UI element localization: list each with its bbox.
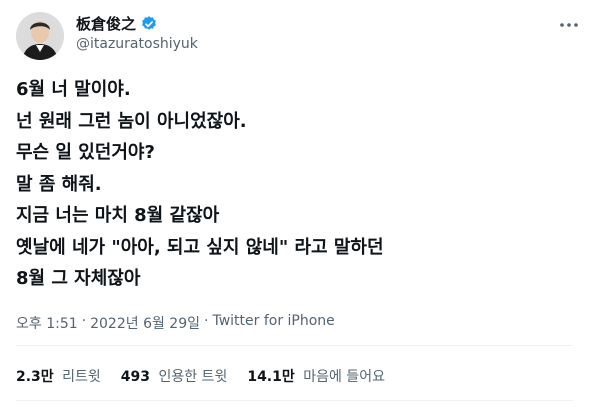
verified-badge-icon — [140, 15, 158, 33]
quote-tweets-label: 인용한 트윗 — [158, 369, 228, 385]
retweets-count: 2.3만 — [16, 369, 54, 385]
avatar-photo — [16, 12, 64, 60]
tweet-text-line: 옛날에 네가 "아아, 되고 싶지 않네" 라고 말하던 — [16, 236, 384, 258]
more-options-icon[interactable] — [558, 14, 580, 36]
likes-stat[interactable]: 14.1만 마음에 들어요 — [247, 366, 385, 386]
separator-dot: · — [204, 313, 209, 329]
tweet-text: 6월 너 말이야. 넌 원래 그런 놈이 아니었잖아. 무슨 일 있던거야? 말… — [16, 74, 576, 295]
likes-count: 14.1만 — [247, 369, 295, 385]
tweet-source-link[interactable]: Twitter for iPhone — [212, 313, 334, 333]
quote-tweets-count: 493 — [120, 369, 151, 385]
tweet-text-line: 지금 너는 마치 8월 같잖아 — [16, 205, 220, 226]
tweet-text-line: 8월 그 자체잖아 — [16, 268, 141, 289]
divider — [16, 345, 573, 346]
divider — [16, 400, 573, 401]
display-name-text[interactable]: 板倉俊之 — [76, 13, 136, 34]
tweet-text-line: 넌 원래 그런 놈이 아니었잖아. — [16, 110, 247, 132]
tweet-text-line: 말 좀 해줘. — [16, 173, 102, 195]
tweet-card: 板倉俊之 @itazuratoshiyuk 6월 너 말이야. 넌 원래 그런 … — [0, 0, 589, 408]
display-name[interactable]: 板倉俊之 — [76, 13, 158, 34]
tweet-text-line: 무슨 일 있던거야? — [16, 142, 155, 163]
quote-tweets-stat[interactable]: 493 인용한 트윗 — [121, 366, 228, 386]
user-handle[interactable]: @itazuratoshiyuk — [76, 36, 198, 52]
separator-dot: · — [81, 313, 87, 329]
retweets-stat[interactable]: 2.3만 리트윗 — [16, 366, 101, 386]
tweet-date[interactable]: 2022년 6월 29일 — [90, 313, 200, 333]
engagement-stats: 2.3만 리트윗 493 인용한 트윗 14.1만 마음에 들어요 — [16, 366, 385, 386]
tweet-metadata: 오후 1:51 · 2022년 6월 29일 · Twitter for iPh… — [16, 313, 335, 333]
likes-label: 마음에 들어요 — [303, 369, 385, 385]
avatar[interactable] — [16, 12, 64, 60]
tweet-text-line: 6월 너 말이야. — [16, 79, 131, 100]
tweet-time[interactable]: 오후 1:51 — [16, 313, 78, 333]
retweets-label: 리트윗 — [62, 369, 101, 385]
